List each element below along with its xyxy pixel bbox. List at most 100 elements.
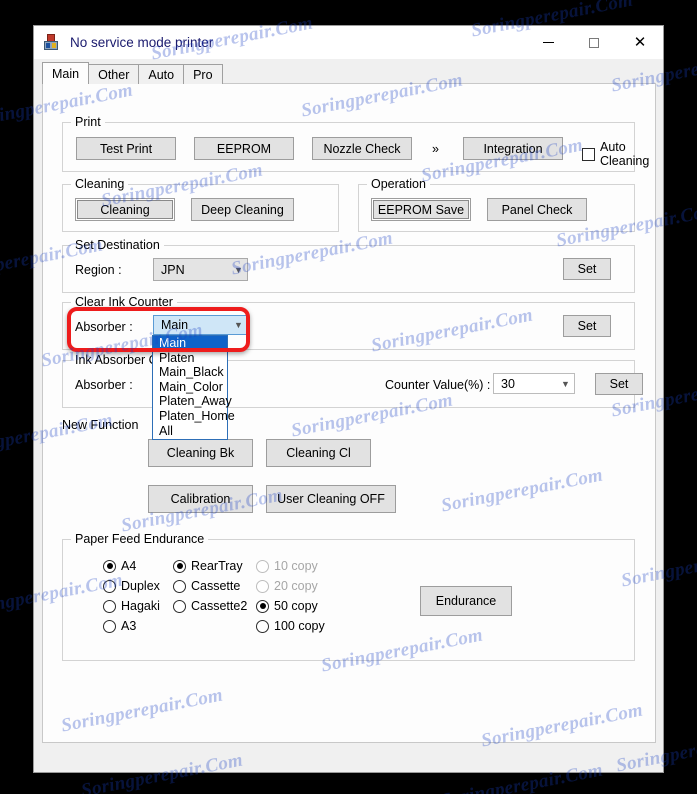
- counter-value-select[interactable]: 30 ▼: [493, 373, 575, 394]
- panel-check-button[interactable]: Panel Check: [487, 198, 587, 221]
- radio-source-cassette2[interactable]: Cassette2: [173, 599, 247, 613]
- minimize-button[interactable]: [525, 26, 571, 59]
- radio-source-cassette[interactable]: Cassette: [173, 579, 240, 593]
- radio-source-cassette-label: Cassette: [191, 579, 241, 593]
- radio-dot: [256, 579, 269, 593]
- test-print-button[interactable]: Test Print: [76, 137, 176, 160]
- checkbox-box: [582, 147, 595, 161]
- radio-paper-hagaki-label: Hagaki: [121, 599, 160, 613]
- tab-pro[interactable]: Pro: [183, 64, 223, 84]
- tab-panel-main: Print Test Print EEPROM Nozzle Check » I…: [42, 83, 656, 743]
- clear-absorber-select[interactable]: Main ▼: [153, 315, 248, 335]
- dropdown-option-main-color[interactable]: Main_Color: [153, 380, 227, 395]
- radio-copies-100[interactable]: 100 copy: [256, 619, 325, 633]
- clear-absorber-value: Main: [161, 318, 189, 332]
- region-set-button[interactable]: Set: [563, 258, 611, 280]
- radio-dot: [173, 599, 186, 613]
- radio-paper-hagaki[interactable]: Hagaki: [103, 599, 160, 613]
- test-print-label: Test Print: [99, 141, 153, 156]
- radio-dot: [103, 559, 116, 573]
- group-clear-ink-counter: Clear Ink Counter Absorber : Main ▼ Set: [62, 295, 635, 350]
- dropdown-option-all[interactable]: All: [153, 424, 227, 439]
- clear-absorber-label: Absorber :: [75, 320, 133, 334]
- integration-button[interactable]: Integration: [463, 137, 563, 160]
- dropdown-option-main-black[interactable]: Main_Black: [153, 365, 227, 380]
- radio-dot: [256, 559, 269, 573]
- tab-other[interactable]: Other: [88, 64, 140, 84]
- eeprom-button[interactable]: EEPROM: [194, 137, 294, 160]
- auto-cleaning-checkbox[interactable]: Auto Cleaning: [582, 140, 649, 168]
- cleaning-button[interactable]: Cleaning: [75, 198, 175, 221]
- eeprom-label: EEPROM: [216, 141, 272, 156]
- radio-dot: [103, 619, 116, 633]
- user-cleaning-off-label: User Cleaning OFF: [277, 492, 385, 506]
- radio-source-reartray[interactable]: RearTray: [173, 559, 243, 573]
- panel-check-label: Panel Check: [501, 202, 573, 217]
- group-print-legend: Print: [71, 115, 105, 129]
- nozzle-check-button[interactable]: Nozzle Check: [312, 137, 412, 160]
- radio-paper-duplex-label: Duplex: [121, 579, 160, 593]
- tab-main[interactable]: Main: [42, 62, 90, 84]
- radio-copies-50[interactable]: 50 copy: [256, 599, 318, 613]
- window-controls: ✕: [525, 26, 663, 59]
- deep-cleaning-label: Deep Cleaning: [201, 202, 284, 217]
- ink-absorber-set-label: Set: [609, 377, 629, 391]
- eeprom-save-button[interactable]: EEPROM Save: [371, 198, 471, 221]
- calibration-button[interactable]: Calibration: [148, 485, 253, 513]
- cleaning-cl-button[interactable]: Cleaning Cl: [266, 439, 371, 467]
- radio-copies-10-label: 10 copy: [274, 559, 318, 573]
- close-icon: ✕: [633, 34, 647, 51]
- radio-paper-duplex[interactable]: Duplex: [103, 579, 160, 593]
- nozzle-check-label: Nozzle Check: [323, 141, 401, 156]
- chevron-right-icon: »: [432, 142, 439, 156]
- tab-other-label: Other: [98, 67, 130, 82]
- calibration-label: Calibration: [170, 492, 231, 506]
- radio-copies-50-label: 50 copy: [274, 599, 318, 613]
- cleaning-bk-label: Cleaning Bk: [166, 446, 235, 460]
- group-operation-legend: Operation: [367, 177, 430, 191]
- counter-value-label: Counter Value(%) :: [385, 378, 491, 392]
- radio-dot: [103, 579, 116, 593]
- auto-cleaning-label: Auto Cleaning: [600, 140, 650, 168]
- absorber-dropdown-list[interactable]: Main Platen Main_Black Main_Color Platen…: [152, 335, 235, 440]
- region-label: Region :: [75, 263, 122, 277]
- radio-dot: [256, 619, 269, 633]
- dropdown-option-platen-home[interactable]: Platen_Home: [153, 409, 235, 424]
- minimize-icon: [542, 42, 554, 43]
- dropdown-option-main[interactable]: Main: [153, 336, 227, 351]
- maximize-icon: [589, 37, 599, 48]
- group-paper-feed-endurance: Paper Feed Endurance A4 Duplex Hagaki A3…: [62, 532, 635, 661]
- cleaning-label: Cleaning: [100, 202, 150, 217]
- radio-dot: [103, 599, 116, 613]
- counter-value: 30: [501, 376, 515, 391]
- maximize-button[interactable]: [571, 26, 617, 59]
- radio-paper-a3-label: A3: [121, 619, 137, 633]
- endurance-button[interactable]: Endurance: [420, 586, 512, 616]
- radio-dot: [173, 559, 186, 573]
- tab-auto[interactable]: Auto: [138, 64, 185, 84]
- radio-paper-a3[interactable]: A3: [103, 619, 136, 633]
- radio-paper-a4[interactable]: A4: [103, 559, 136, 573]
- group-print: Print Test Print EEPROM Nozzle Check » I…: [62, 115, 649, 172]
- title-bar[interactable]: No service mode printer ✕: [34, 26, 663, 59]
- close-button[interactable]: ✕: [617, 26, 663, 59]
- chevron-down-icon: ▼: [234, 320, 243, 330]
- integration-label: Integration: [483, 141, 543, 156]
- user-cleaning-off-button[interactable]: User Cleaning OFF: [266, 485, 396, 513]
- deep-cleaning-button[interactable]: Deep Cleaning: [191, 198, 294, 221]
- radio-copies-20: 20 copy: [256, 579, 318, 593]
- cleaning-bk-button[interactable]: Cleaning Bk: [148, 439, 253, 467]
- group-clear-ink-counter-legend: Clear Ink Counter: [71, 295, 177, 309]
- ink-absorber-set-button[interactable]: Set: [595, 373, 643, 395]
- dropdown-option-platen-away[interactable]: Platen_Away: [153, 394, 232, 409]
- region-select[interactable]: JPN ▼: [153, 258, 248, 281]
- clear-ink-set-button[interactable]: Set: [563, 315, 611, 337]
- cleaning-cl-label: Cleaning Cl: [286, 446, 351, 460]
- group-cleaning-legend: Cleaning: [71, 177, 129, 191]
- tab-auto-label: Auto: [148, 67, 175, 82]
- radio-copies-10: 10 copy: [256, 559, 318, 573]
- dropdown-option-platen[interactable]: Platen: [153, 351, 227, 366]
- group-cleaning: Cleaning Cleaning Deep Cleaning: [62, 177, 339, 232]
- window-title: No service mode printer: [70, 35, 214, 50]
- radio-source-cassette2-label: Cassette2: [191, 599, 248, 613]
